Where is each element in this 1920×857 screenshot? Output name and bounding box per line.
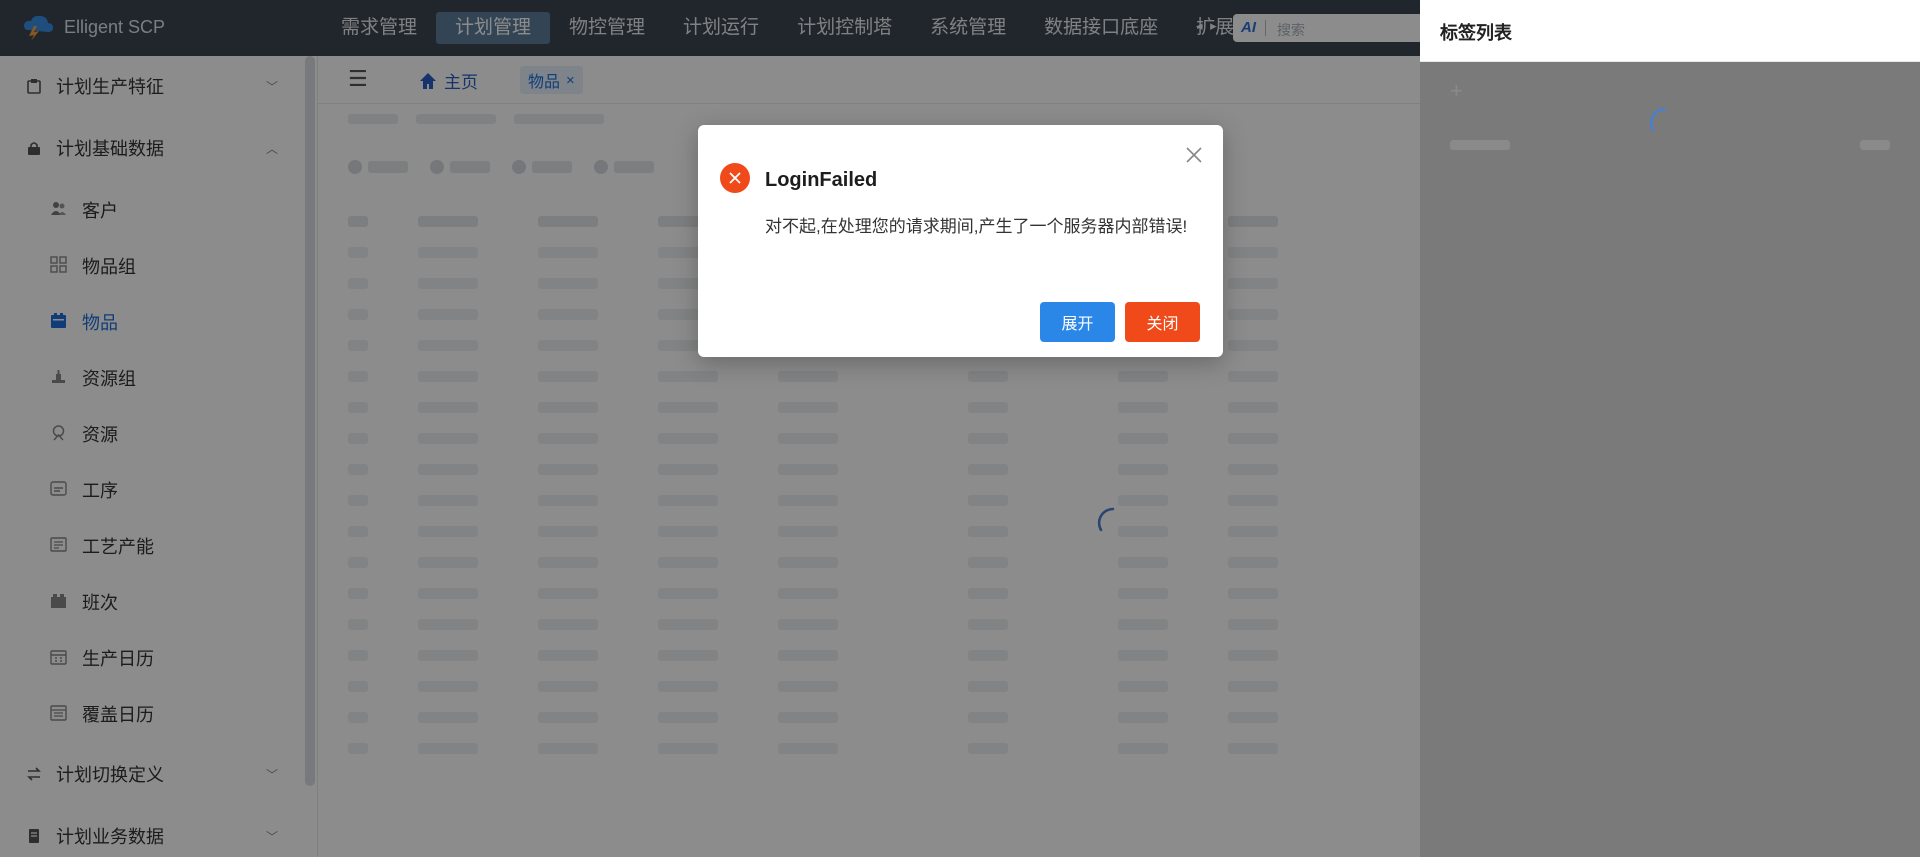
loading-spinner-icon <box>1649 107 1667 132</box>
add-icon[interactable]: + <box>1450 78 1463 104</box>
error-dialog: LoginFailed 对不起,在处理您的请求期间,产生了一个服务器内部错误! … <box>698 125 1223 357</box>
close-button[interactable]: 关闭 <box>1125 302 1200 342</box>
dialog-message: 对不起,在处理您的请求期间,产生了一个服务器内部错误! <box>765 217 1188 236</box>
error-icon <box>720 163 750 193</box>
drawer-title: 标签列表 <box>1440 23 1512 43</box>
tag-list-drawer: 标签列表 + <box>1420 0 1920 857</box>
dialog-title: LoginFailed <box>765 169 878 191</box>
expand-button[interactable]: 展开 <box>1040 302 1115 342</box>
drawer-list-placeholder <box>1450 138 1890 152</box>
drawer-header: 标签列表 <box>1420 0 1920 62</box>
close-icon[interactable] <box>1182 143 1206 167</box>
